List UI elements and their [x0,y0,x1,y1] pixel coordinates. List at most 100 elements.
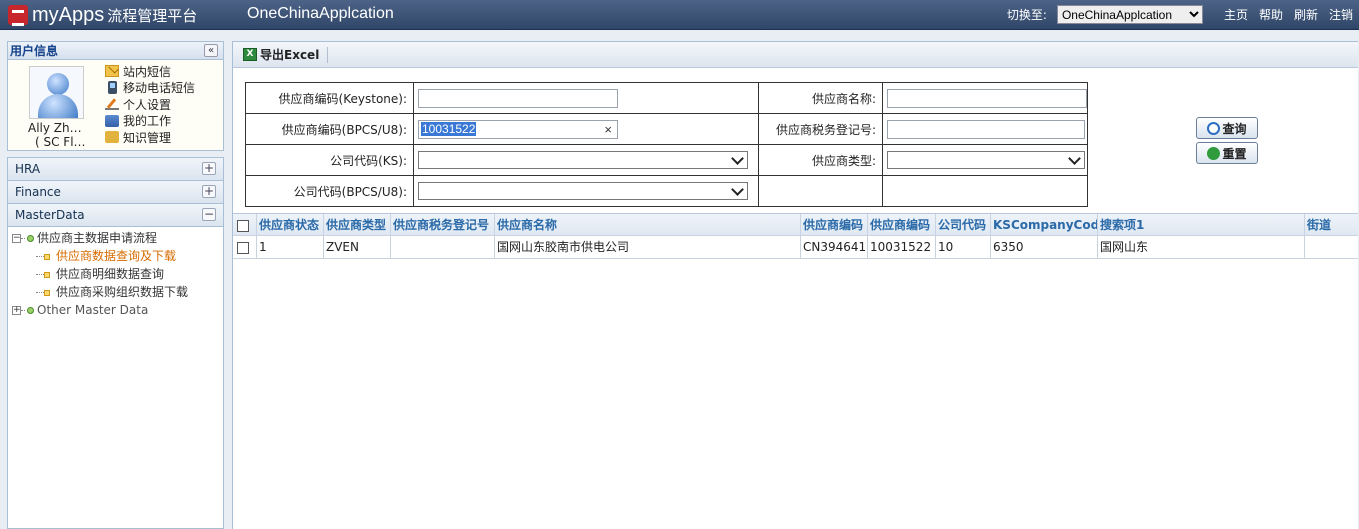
vendor-name-input[interactable] [887,88,1087,108]
user-name: Ally Zh… ( SC Fl… [28,121,88,149]
tree-line [36,256,44,257]
empty-cell [758,175,883,207]
tree-collapse-icon[interactable]: − [12,234,21,243]
company-code-bpcs-select[interactable] [418,182,748,200]
tree-expand-icon[interactable]: + [12,306,21,315]
tree-group-label: Other Master Data [37,303,149,317]
tree-group-vendor-flow[interactable]: − 供应商主数据申请流程 [8,229,223,247]
tree-line [21,238,25,239]
knowledge-link[interactable]: 知识管理 [105,129,195,146]
company-code-bpcs-cell [413,175,759,207]
left-panel: 用户信息 « Ally Zh… ( SC Fl… 站内短信 移动电话短信 个人设… [7,41,224,529]
row-select-cell [233,236,257,258]
collapse-icon[interactable]: « [204,44,218,57]
clear-icon[interactable]: × [604,121,612,138]
bpcs-vendor-code-input[interactable]: 10031522 × [418,119,618,139]
navigation-menu: HRA + Finance + MasterData − − 供应商主数据申请流程… [7,157,224,529]
excel-icon: X [243,48,257,61]
search-buttons: 查询 重置 [1196,117,1258,167]
folder-icon [27,235,34,242]
column-header[interactable]: 供应商编码 [868,214,936,235]
bpcs-vendor-code-value: 10031522 [421,121,477,136]
logo-icon [8,5,28,26]
menu-section-masterdata[interactable]: MasterData − [8,204,223,227]
menu-section-label: MasterData [15,208,85,222]
settings-link[interactable]: 个人设置 [105,96,195,113]
column-header[interactable]: 街道 [1305,214,1357,235]
mail-icon [105,65,119,78]
refresh-link[interactable]: 刷新 [1294,6,1318,23]
tree-item-label: 供应商数据查询及下载 [56,249,177,263]
tree-item-vendor-query-download[interactable]: 供应商数据查询及下载 [8,247,223,265]
user-info-body: Ally Zh… ( SC Fl… 站内短信 移动电话短信 个人设置 我的工作 … [8,60,223,150]
my-work-link[interactable]: 我的工作 [105,113,195,130]
export-excel-label: 导出Excel [260,48,320,62]
menu-tree: − 供应商主数据申请流程 供应商数据查询及下载 供应商明细数据查询 供应商采购组织… [8,227,223,319]
tree-line [36,274,44,275]
menu-section-finance[interactable]: Finance + [8,181,223,204]
phone-icon [108,81,117,95]
keystone-code-cell [413,82,759,114]
search-form: 供应商编码(Keystone): 供应商名称: 供应商编码(BPCS/U8): … [245,82,1088,207]
expand-icon[interactable]: + [202,162,216,175]
settings-link-label: 个人设置 [123,97,172,112]
home-link[interactable]: 主页 [1224,6,1248,23]
user-panel-title: 用户信息 [10,44,59,58]
top-bar: myApps 流程管理平台 OneChinaApplcation 切换至: On… [0,0,1359,30]
table-cell: 国网山东胶南市供电公司 [495,236,801,258]
tree-line [21,310,25,311]
company-code-ks-label: 公司代码(KS): [245,144,414,176]
menu-section-hra[interactable]: HRA + [8,158,223,181]
user-name-line1: Ally Zh… [28,121,82,135]
vendor-name-cell [882,82,1088,114]
column-header[interactable]: 供应商税务登记号 [391,214,495,235]
tax-number-label: 供应商税务登记号: [758,113,883,145]
column-header[interactable]: 搜索项1 [1098,214,1305,235]
switch-label: 切换至: [1006,8,1047,22]
vendor-name-label: 供应商名称: [758,82,883,114]
logout-link[interactable]: 注销 [1329,6,1353,23]
row-checkbox[interactable] [237,241,249,254]
column-header[interactable]: 公司代码 [936,214,991,235]
expand-icon[interactable]: + [202,185,216,198]
column-header[interactable]: KSCompanyCode [991,214,1098,235]
edit-icon [105,98,119,111]
vendor-type-cell [882,144,1088,176]
help-link[interactable]: 帮助 [1259,6,1283,23]
my-work-link-label: 我的工作 [123,114,172,129]
search-button[interactable]: 查询 [1196,117,1258,139]
keystone-code-input[interactable] [418,88,618,108]
knowledge-icon [105,131,119,144]
sms-link[interactable]: 移动电话短信 [105,80,195,97]
application-switch-select[interactable]: OneChinaApplcation [1056,5,1203,24]
column-header[interactable]: 供应商编码 [801,214,868,235]
tree-item-label: 供应商采购组织数据下载 [56,285,189,299]
main-content: X 导出Excel 供应商编码(Keystone): 供应商名称: 供应商编码(… [232,41,1358,529]
vendor-type-select[interactable] [887,151,1085,169]
user-links: 站内短信 移动电话短信 个人设置 我的工作 知识管理 [105,63,195,146]
collapse-section-icon[interactable]: − [202,208,216,221]
app-logo[interactable]: myApps 流程管理平台 [8,3,197,27]
tax-number-input[interactable] [887,119,1085,139]
export-excel-button[interactable]: X 导出Excel [243,46,319,63]
bpcs-vendor-code-cell: 10031522 × [413,113,759,145]
table-cell: 1 [257,236,324,258]
message-link[interactable]: 站内短信 [105,63,195,80]
search-button-label: 查询 [1222,121,1247,136]
company-code-ks-cell [413,144,759,176]
top-right-controls: 切换至: OneChinaApplcation 主页 帮助 刷新 注销 [1007,5,1353,24]
column-header[interactable]: 供应商名称 [495,214,801,235]
table-row[interactable]: 1 ZVEN 国网山东胶南市供电公司 CN3946416 10031522 10… [233,236,1358,259]
tree-item-vendor-detail-query[interactable]: 供应商明细数据查询 [8,265,223,283]
table-cell [1305,236,1357,258]
folder-icon [27,307,34,314]
tree-group-other-master-data[interactable]: + Other Master Data [8,301,223,319]
company-code-ks-select[interactable] [418,151,748,169]
reset-button[interactable]: 重置 [1196,142,1258,164]
select-all-cell [233,214,257,235]
bpcs-vendor-code-label: 供应商编码(BPCS/U8): [245,113,414,145]
column-header[interactable]: 供应商类型 [324,214,391,235]
select-all-checkbox[interactable] [237,219,249,232]
column-header[interactable]: 供应商状态 [257,214,324,235]
tree-item-vendor-purchasing-download[interactable]: 供应商采购组织数据下载 [8,283,223,301]
